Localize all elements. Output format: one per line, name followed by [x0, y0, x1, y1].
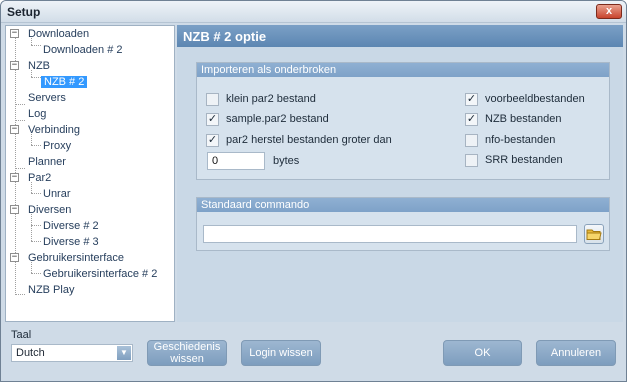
language-value: Dutch — [16, 347, 45, 359]
ok-button[interactable]: OK — [443, 340, 522, 366]
settings-panel: NZB # 2 optie Importeren als onderbroken… — [177, 25, 623, 322]
clear-login-button[interactable]: Login wissen — [241, 340, 321, 366]
tree-item-gebruikersinterface[interactable]: Gebruikersinterface — [28, 251, 124, 265]
language-select[interactable]: Dutch ▼ — [11, 344, 133, 362]
chevron-down-icon[interactable]: ▼ — [117, 346, 131, 360]
default-command-group: Standaard commando — [196, 197, 610, 251]
setup-window: Setup x − − − − − − Downloaden Downloade… — [0, 0, 627, 382]
checkbox[interactable]: ✓ — [206, 133, 219, 147]
title-bar: Setup x — [1, 1, 626, 23]
tree-item-downloaden[interactable]: Downloaden — [28, 27, 89, 41]
check-icon: ✓ — [466, 112, 477, 125]
settings-tree: − − − − − − Downloaden Downloaden # 2 NZ… — [5, 25, 175, 322]
option-small-par2[interactable]: klein par2 bestand — [206, 91, 316, 107]
tree-item-unrar[interactable]: Unrar — [43, 187, 71, 201]
tree-item-planner[interactable]: Planner — [28, 155, 66, 169]
close-button[interactable]: x — [596, 4, 622, 19]
option-sample-par2[interactable]: ✓ sample.par2 bestand — [206, 111, 329, 127]
tree-item-gebruikersinterface-2[interactable]: Gebruikersinterface # 2 — [43, 267, 157, 281]
check-icon: ✓ — [207, 112, 218, 125]
tree-item-diversen[interactable]: Diversen — [28, 203, 71, 217]
size-unit-label: bytes — [273, 155, 300, 167]
collapse-toggle-verbinding[interactable]: − — [10, 125, 19, 134]
group-title: Importeren als onderbroken — [197, 63, 609, 77]
tree-item-nzb-play[interactable]: NZB Play — [28, 283, 74, 297]
tree-item-verbinding[interactable]: Verbinding — [28, 123, 80, 137]
tree-item-proxy[interactable]: Proxy — [43, 139, 71, 153]
minus-icon: − — [11, 60, 18, 70]
cancel-button[interactable]: Annuleren — [536, 340, 616, 366]
checkbox[interactable] — [465, 153, 478, 167]
tree-item-diverse-2[interactable]: Diverse # 2 — [43, 219, 99, 233]
checkbox[interactable]: ✓ — [465, 112, 478, 126]
tree-item-nzb[interactable]: NZB — [28, 59, 50, 73]
checkbox[interactable] — [465, 133, 478, 147]
minus-icon: − — [11, 172, 18, 182]
close-icon: x — [605, 5, 613, 17]
language-label: Taal — [11, 329, 32, 341]
checkbox[interactable]: ✓ — [206, 112, 219, 126]
panel-title: NZB # 2 optie — [177, 25, 623, 47]
option-par2-larger-than[interactable]: ✓ par2 herstel bestanden groter dan — [206, 132, 392, 148]
checkbox[interactable] — [206, 92, 219, 106]
clear-history-button[interactable]: Geschiedenis wissen — [147, 340, 227, 366]
minus-icon: − — [11, 28, 18, 38]
window-title: Setup — [7, 5, 41, 19]
collapse-toggle-nzb[interactable]: − — [10, 61, 19, 70]
tree-item-log[interactable]: Log — [28, 107, 46, 121]
option-sample-files[interactable]: ✓ voorbeeldbestanden — [465, 91, 585, 107]
check-icon: ✓ — [207, 133, 218, 146]
tree-item-nzb-2[interactable]: NZB # 2 — [41, 75, 88, 89]
minus-icon: − — [11, 252, 18, 262]
browse-folder-button[interactable] — [584, 224, 604, 244]
checkbox[interactable]: ✓ — [465, 92, 478, 106]
option-srr-files[interactable]: SRR bestanden — [465, 152, 563, 168]
collapse-toggle-par2[interactable]: − — [10, 173, 19, 182]
folder-icon — [586, 229, 602, 240]
dialog-footer: Taal Dutch ▼ Geschiedenis wissen Login w… — [1, 324, 626, 381]
minus-icon: − — [11, 204, 18, 214]
collapse-toggle-diversen[interactable]: − — [10, 205, 19, 214]
default-command-input[interactable] — [203, 225, 577, 243]
collapse-toggle-downloaden[interactable]: − — [10, 29, 19, 38]
check-icon: ✓ — [466, 92, 477, 105]
tree-item-servers[interactable]: Servers — [28, 91, 66, 105]
import-paused-group: Importeren als onderbroken klein par2 be… — [196, 62, 610, 180]
collapse-toggle-gebruikersinterface[interactable]: − — [10, 253, 19, 262]
tree-item-downloaden-2[interactable]: Downloaden # 2 — [43, 43, 123, 57]
option-nfo-files[interactable]: nfo-bestanden — [465, 132, 555, 148]
option-nzb-files[interactable]: ✓ NZB bestanden — [465, 111, 561, 127]
minus-icon: − — [11, 124, 18, 134]
size-threshold-input[interactable] — [207, 152, 265, 170]
tree-item-diverse-3[interactable]: Diverse # 3 — [43, 235, 99, 249]
tree-item-par2[interactable]: Par2 — [28, 171, 51, 185]
group-title: Standaard commando — [197, 198, 609, 212]
